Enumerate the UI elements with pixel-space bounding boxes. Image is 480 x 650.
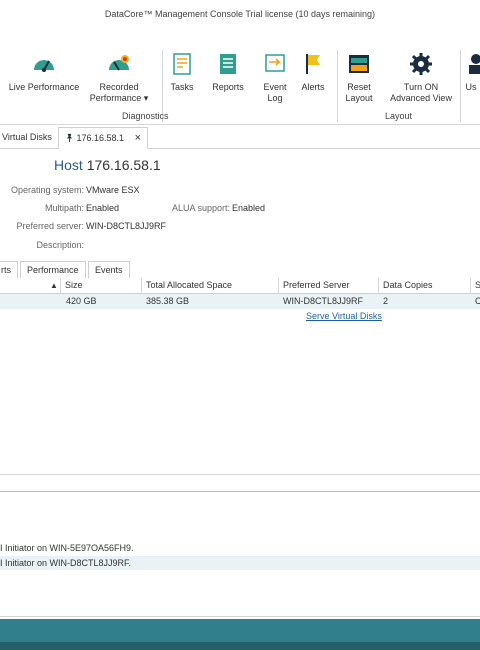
- column-header-size[interactable]: Size: [60, 278, 145, 293]
- live-performance-button[interactable]: Live Performance: [6, 52, 82, 93]
- host-name: 176.16.58.1: [86, 157, 161, 173]
- tab-host-label: 176.16.58.1: [76, 133, 125, 143]
- cell-preferred-server: WIN-D8CTL8JJ9RF: [283, 296, 364, 306]
- tab-events-label: Events: [95, 265, 123, 275]
- recorded-performance-button[interactable]: Recorded Performance ▾: [86, 52, 152, 104]
- pin-icon[interactable]: [65, 133, 74, 142]
- tab-events[interactable]: Events: [88, 261, 130, 278]
- cell-status: C: [475, 296, 480, 306]
- ribbon-separator: [337, 50, 338, 122]
- tab-host[interactable]: 176.16.58.1 ×: [58, 127, 149, 149]
- event-log-label: Event Log: [263, 82, 287, 103]
- group-label-diagnostics: Diagnostics: [122, 111, 169, 121]
- tab-virtual-disks-label: Virtual Disks: [2, 132, 52, 142]
- tab-ports-label: rts: [1, 265, 11, 275]
- column-header-data-copies[interactable]: Data Copies: [378, 278, 471, 293]
- tab-ports[interactable]: rts: [0, 261, 18, 278]
- status-bar-bottom: [0, 642, 480, 650]
- recorded-performance-label: Recorded Performance ▾: [89, 82, 149, 103]
- tab-virtual-disks[interactable]: Virtual Disks: [0, 127, 58, 147]
- tasks-button[interactable]: Tasks: [166, 52, 198, 93]
- serve-virtual-disks-link[interactable]: Serve Virtual Disks: [306, 311, 382, 321]
- os-value: VMware ESX: [86, 185, 140, 195]
- cell-data-copies: 2: [383, 296, 389, 306]
- list-item[interactable]: I Initiator on WIN-D8CTL8JJ9RF.: [0, 556, 480, 570]
- column-header-preferred-server[interactable]: Preferred Server: [278, 278, 377, 293]
- window-title: DataCore™ Management Console Trial licen…: [104, 9, 376, 19]
- host-prefix: Host: [54, 157, 83, 173]
- advanced-view-button[interactable]: Turn ON Advanced View: [386, 52, 456, 104]
- advanced-view-label: Turn ON Advanced View: [390, 82, 452, 103]
- ribbon-separator: [460, 50, 461, 122]
- gear-icon: [410, 53, 432, 75]
- multipath-label: Multipath:: [44, 203, 84, 213]
- list-item[interactable]: I Initiator on WIN-5E97OA56FH9.: [0, 541, 480, 555]
- preferred-server-label: Preferred server:: [16, 221, 84, 231]
- reports-button[interactable]: Reports: [208, 52, 248, 93]
- grid-header: ▲ Size Total Allocated Space Preferred S…: [0, 278, 480, 294]
- live-performance-icon: [34, 60, 54, 72]
- table-row[interactable]: 420 GB 385.38 GB WIN-D8CTL8JJ9RF 2 C: [0, 294, 480, 309]
- user-label: Us: [465, 82, 477, 92]
- preferred-server-value: WIN-D8CTL8JJ9RF: [86, 221, 167, 231]
- tab-performance[interactable]: Performance: [20, 261, 86, 278]
- column-header-total-allocated[interactable]: Total Allocated Space: [141, 278, 278, 293]
- page-title: Host 176.16.58.1: [54, 157, 161, 173]
- reset-layout-icon: [349, 55, 369, 73]
- alua-value: Enabled: [232, 203, 266, 213]
- pane-divider: [0, 491, 480, 492]
- detail-tabs: rts Performance Events: [0, 261, 480, 279]
- pane-divider: [0, 616, 480, 617]
- user-button[interactable]: Us: [462, 52, 480, 93]
- description-label: Description:: [36, 240, 84, 250]
- cell-size: 420 GB: [66, 296, 97, 306]
- tasks-label: Tasks: [170, 82, 194, 92]
- reset-layout-button[interactable]: Reset Layout: [340, 52, 378, 104]
- alerts-button[interactable]: Alerts: [296, 52, 330, 93]
- os-label: Operating system:: [10, 185, 84, 195]
- group-label-layout: Layout: [385, 111, 413, 121]
- reports-label: Reports: [212, 82, 244, 92]
- user-icon: [469, 54, 480, 74]
- alerts-icon: [306, 54, 320, 74]
- sort-ascending-icon[interactable]: ▲: [50, 278, 58, 293]
- cell-total-allocated: 385.38 GB: [146, 296, 190, 306]
- pane-divider: [0, 474, 480, 475]
- alerts-label: Alerts: [301, 82, 325, 92]
- status-bar: [0, 619, 480, 642]
- tasks-icon: [173, 53, 191, 75]
- live-performance-label: Live Performance: [8, 82, 80, 92]
- event-log-icon: [265, 54, 285, 72]
- reports-icon: [220, 54, 236, 74]
- column-header-status[interactable]: St: [470, 278, 480, 293]
- close-icon[interactable]: ×: [135, 132, 141, 144]
- alua-label: ALUA support:: [171, 203, 230, 213]
- document-tabs: Virtual Disks 176.16.58.1 ×: [0, 125, 480, 149]
- reset-layout-label: Reset Layout: [345, 82, 373, 103]
- multipath-value: Enabled: [86, 203, 120, 213]
- recorded-performance-icon: [109, 55, 129, 71]
- tab-performance-label: Performance: [27, 265, 79, 275]
- event-log-button[interactable]: Event Log: [258, 52, 292, 104]
